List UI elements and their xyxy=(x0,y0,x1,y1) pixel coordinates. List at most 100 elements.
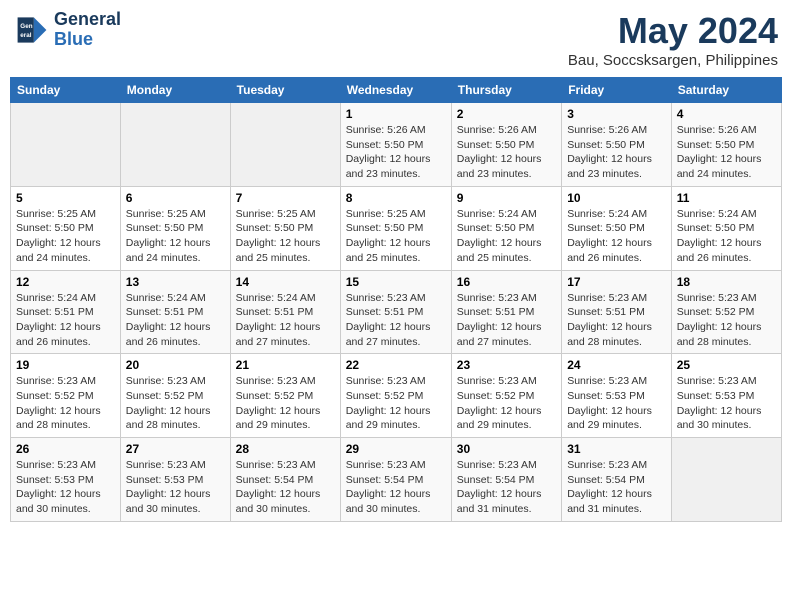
day-number: 5 xyxy=(16,191,115,205)
calendar-cell: 10Sunrise: 5:24 AMSunset: 5:50 PMDayligh… xyxy=(562,186,672,270)
day-info: Sunrise: 5:26 AMSunset: 5:50 PMDaylight:… xyxy=(457,123,556,182)
day-info: Sunrise: 5:23 AMSunset: 5:52 PMDaylight:… xyxy=(16,374,115,433)
day-info: Sunrise: 5:23 AMSunset: 5:52 PMDaylight:… xyxy=(677,291,776,350)
calendar-week-row: 5 Sunrise: 5:25 AMSunset: 5:50 PMDaylight… xyxy=(11,186,782,270)
day-number: 27 xyxy=(126,442,225,456)
calendar-cell: 9Sunrise: 5:24 AMSunset: 5:50 PMDaylight… xyxy=(451,186,561,270)
day-info: Sunrise: 5:24 AMSunset: 5:50 PMDaylight:… xyxy=(567,207,666,266)
day-number: 21 xyxy=(236,358,335,372)
weekday-header: Monday xyxy=(120,78,230,103)
day-info: Sunrise: 5:23 AMSunset: 5:53 PMDaylight:… xyxy=(677,374,776,433)
calendar-cell: 8 Sunrise: 5:25 AMSunset: 5:50 PMDaylight… xyxy=(340,186,451,270)
day-number: 13 xyxy=(126,275,225,289)
logo: Gen eral GeneralBlue xyxy=(14,10,121,50)
day-number: 11 xyxy=(677,191,776,205)
day-number: 15 xyxy=(346,275,446,289)
day-info: Sunrise: 5:23 AMSunset: 5:54 PMDaylight:… xyxy=(236,458,335,517)
calendar-cell: 1Sunrise: 5:26 AMSunset: 5:50 PMDaylight… xyxy=(340,103,451,187)
day-info: Sunrise: 5:23 AMSunset: 5:54 PMDaylight:… xyxy=(457,458,556,517)
day-info: Sunrise: 5:23 AMSunset: 5:52 PMDaylight:… xyxy=(236,374,335,433)
calendar-cell: 27 Sunrise: 5:23 AMSunset: 5:53 PMDayligh… xyxy=(120,438,230,522)
calendar-cell: 2 Sunrise: 5:26 AMSunset: 5:50 PMDaylight… xyxy=(451,103,561,187)
calendar-cell: 5Sunrise: 5:25 AMSunset: 5:50 PMDaylight… xyxy=(11,186,121,270)
day-info: Sunrise: 5:26 AMSunset: 5:50 PMDaylight:… xyxy=(346,123,446,182)
calendar-cell: 26Sunrise: 5:23 AMSunset: 5:53 PMDayligh… xyxy=(11,438,121,522)
day-number: 22 xyxy=(346,358,446,372)
calendar-week-row: 19Sunrise: 5:23 AMSunset: 5:52 PMDayligh… xyxy=(11,354,782,438)
calendar-cell: 18Sunrise: 5:23 AMSunset: 5:52 PMDayligh… xyxy=(671,270,781,354)
calendar-cell: 16 Sunrise: 5:23 AMSunset: 5:51 PMDayligh… xyxy=(451,270,561,354)
svg-text:Gen: Gen xyxy=(20,23,32,30)
calendar-header-row: SundayMondayTuesdayWednesdayThursdayFrid… xyxy=(11,78,782,103)
day-number: 23 xyxy=(457,358,556,372)
day-number: 14 xyxy=(236,275,335,289)
month-title: May 2024 xyxy=(568,10,778,52)
calendar-cell xyxy=(671,438,781,522)
calendar-cell: 15 Sunrise: 5:23 AMSunset: 5:51 PMDayligh… xyxy=(340,270,451,354)
calendar-cell: 7Sunrise: 5:25 AMSunset: 5:50 PMDaylight… xyxy=(230,186,340,270)
day-info: Sunrise: 5:26 AMSunset: 5:50 PMDaylight:… xyxy=(677,123,776,182)
day-info: Sunrise: 5:25 AMSunset: 5:50 PMDaylight:… xyxy=(236,207,335,266)
calendar-cell: 22 Sunrise: 5:23 AMSunset: 5:52 PMDayligh… xyxy=(340,354,451,438)
day-number: 12 xyxy=(16,275,115,289)
location-subtitle: Bau, Soccsksargen, Philippines xyxy=(568,52,778,69)
calendar-cell: 6 Sunrise: 5:25 AMSunset: 5:50 PMDaylight… xyxy=(120,186,230,270)
calendar-cell: 21 Sunrise: 5:23 AMSunset: 5:52 PMDayligh… xyxy=(230,354,340,438)
calendar-cell: 24 Sunrise: 5:23 AMSunset: 5:53 PMDayligh… xyxy=(562,354,672,438)
day-info: Sunrise: 5:23 AMSunset: 5:52 PMDaylight:… xyxy=(346,374,446,433)
day-info: Sunrise: 5:25 AMSunset: 5:50 PMDaylight:… xyxy=(346,207,446,266)
day-number: 30 xyxy=(457,442,556,456)
weekday-header: Friday xyxy=(562,78,672,103)
day-number: 28 xyxy=(236,442,335,456)
day-number: 31 xyxy=(567,442,666,456)
calendar-cell: 17 Sunrise: 5:23 AMSunset: 5:51 PMDayligh… xyxy=(562,270,672,354)
calendar-table: SundayMondayTuesdayWednesdayThursdayFrid… xyxy=(10,77,782,522)
day-info: Sunrise: 5:23 AMSunset: 5:53 PMDaylight:… xyxy=(567,374,666,433)
day-number: 3 xyxy=(567,107,666,121)
weekday-header: Tuesday xyxy=(230,78,340,103)
weekday-header: Wednesday xyxy=(340,78,451,103)
calendar-cell: 20Sunrise: 5:23 AMSunset: 5:52 PMDayligh… xyxy=(120,354,230,438)
calendar-cell: 11 Sunrise: 5:24 AMSunset: 5:50 PMDayligh… xyxy=(671,186,781,270)
calendar-cell: 3 Sunrise: 5:26 AMSunset: 5:50 PMDaylight… xyxy=(562,103,672,187)
day-info: Sunrise: 5:23 AMSunset: 5:52 PMDaylight:… xyxy=(126,374,225,433)
logo-text: GeneralBlue xyxy=(54,10,121,50)
weekday-header: Sunday xyxy=(11,78,121,103)
calendar-cell: 30 Sunrise: 5:23 AMSunset: 5:54 PMDayligh… xyxy=(451,438,561,522)
day-info: Sunrise: 5:23 AMSunset: 5:54 PMDaylight:… xyxy=(567,458,666,517)
calendar-week-row: 1Sunrise: 5:26 AMSunset: 5:50 PMDaylight… xyxy=(11,103,782,187)
day-number: 26 xyxy=(16,442,115,456)
day-number: 24 xyxy=(567,358,666,372)
day-number: 29 xyxy=(346,442,446,456)
day-info: Sunrise: 5:25 AMSunset: 5:50 PMDaylight:… xyxy=(126,207,225,266)
calendar-cell: 29Sunrise: 5:23 AMSunset: 5:54 PMDayligh… xyxy=(340,438,451,522)
svg-text:eral: eral xyxy=(20,32,31,39)
calendar-week-row: 12 Sunrise: 5:24 AMSunset: 5:51 PMDayligh… xyxy=(11,270,782,354)
calendar-cell: 12Sunrise: 5:24 AMSunset: 5:51 PMDayligh… xyxy=(11,270,121,354)
title-block: May 2024 Bau, Soccsksargen, Philippines xyxy=(568,10,778,69)
day-number: 16 xyxy=(457,275,556,289)
day-info: Sunrise: 5:23 AMSunset: 5:51 PMDaylight:… xyxy=(567,291,666,350)
calendar-cell xyxy=(120,103,230,187)
day-number: 4 xyxy=(677,107,776,121)
day-number: 2 xyxy=(457,107,556,121)
day-info: Sunrise: 5:23 AMSunset: 5:51 PMDaylight:… xyxy=(346,291,446,350)
day-info: Sunrise: 5:24 AMSunset: 5:50 PMDaylight:… xyxy=(677,207,776,266)
day-number: 6 xyxy=(126,191,225,205)
calendar-cell: 31 Sunrise: 5:23 AMSunset: 5:54 PMDayligh… xyxy=(562,438,672,522)
day-number: 25 xyxy=(677,358,776,372)
weekday-header: Saturday xyxy=(671,78,781,103)
weekday-header: Thursday xyxy=(451,78,561,103)
day-number: 8 xyxy=(346,191,446,205)
day-info: Sunrise: 5:23 AMSunset: 5:52 PMDaylight:… xyxy=(457,374,556,433)
day-info: Sunrise: 5:23 AMSunset: 5:53 PMDaylight:… xyxy=(126,458,225,517)
day-info: Sunrise: 5:23 AMSunset: 5:51 PMDaylight:… xyxy=(457,291,556,350)
logo-icon: Gen eral xyxy=(14,12,50,48)
day-info: Sunrise: 5:26 AMSunset: 5:50 PMDaylight:… xyxy=(567,123,666,182)
page-header: Gen eral GeneralBlue May 2024 Bau, Soccs… xyxy=(10,10,782,69)
day-number: 17 xyxy=(567,275,666,289)
calendar-cell xyxy=(230,103,340,187)
calendar-cell xyxy=(11,103,121,187)
day-info: Sunrise: 5:24 AMSunset: 5:51 PMDaylight:… xyxy=(236,291,335,350)
calendar-cell: 13Sunrise: 5:24 AMSunset: 5:51 PMDayligh… xyxy=(120,270,230,354)
